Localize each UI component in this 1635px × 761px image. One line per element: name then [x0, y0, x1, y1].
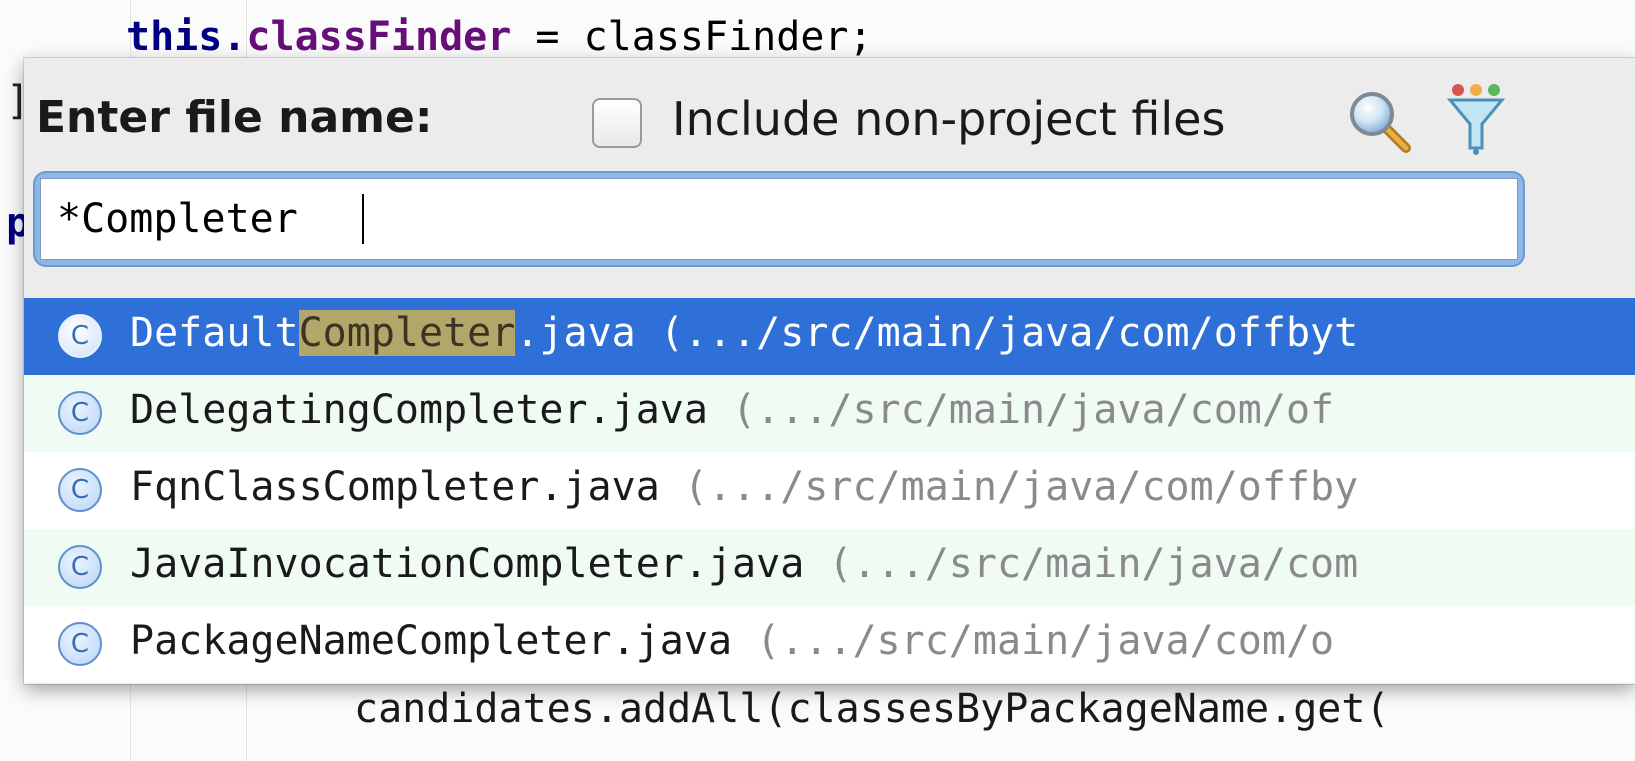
code-line-bottom: candidates.addAll(classesByPackageName.g…: [354, 686, 1390, 732]
result-row[interactable]: C JavaInvocationCompleter.java (.../src/…: [24, 529, 1635, 606]
result-file-name: DefaultCompleter.java (.../src/main/java…: [130, 310, 1359, 356]
result-path: (.../src/main/java/com/offby: [659, 464, 1359, 510]
result-row[interactable]: C DefaultCompleter.java (.../src/main/ja…: [24, 298, 1635, 375]
funnel-filter-icon[interactable]: [1446, 82, 1506, 156]
results-list[interactable]: C DefaultCompleter.java (.../src/main/ja…: [24, 298, 1635, 684]
result-file-name: JavaInvocationCompleter.java (.../src/ma…: [130, 541, 1359, 587]
result-file-name: FqnClassCompleter.java (.../src/main/jav…: [130, 464, 1359, 510]
include-non-project-label[interactable]: Include non-project files: [672, 92, 1225, 146]
field-classfinder: classFinder: [246, 14, 512, 60]
file-name-input-wrapper: [40, 178, 1518, 260]
keyword-this: this: [126, 14, 223, 60]
result-path: (.../src/main/java/com/offbyt: [635, 310, 1359, 356]
dialog-title: Enter file name:: [36, 92, 433, 143]
class-icon: C: [58, 391, 102, 435]
goto-file-popup: Enter file name: Include non-project fil…: [24, 58, 1635, 684]
result-row[interactable]: C FqnClassCompleter.java (.../src/main/j…: [24, 452, 1635, 529]
class-icon: C: [58, 314, 102, 358]
result-path: (.../src/main/java/com/of: [707, 387, 1335, 433]
code-line-top: this.classFinder = classFinder;: [126, 14, 873, 60]
file-name-input[interactable]: [40, 178, 1518, 260]
result-row[interactable]: C PackageNameCompleter.java (.../src/mai…: [24, 606, 1635, 683]
result-path: (.../src/main/java/com/o: [732, 618, 1335, 664]
result-file-name: DelegatingCompleter.java (.../src/main/j…: [130, 387, 1335, 433]
class-icon: C: [58, 468, 102, 512]
magnifier-icon[interactable]: [1344, 86, 1414, 156]
result-file-name: PackageNameCompleter.java (.../src/main/…: [130, 618, 1335, 664]
class-icon: C: [58, 622, 102, 666]
match-highlight: Completer: [298, 310, 516, 356]
text-caret: [362, 194, 364, 244]
result-path: (.../src/main/java/com: [804, 541, 1359, 587]
result-row[interactable]: C DelegatingCompleter.java (.../src/main…: [24, 375, 1635, 452]
popup-header: Enter file name: Include non-project fil…: [24, 58, 1589, 288]
class-icon: C: [58, 545, 102, 589]
code-rest: = classFinder;: [511, 14, 873, 60]
include-non-project-checkbox[interactable]: [592, 98, 642, 148]
